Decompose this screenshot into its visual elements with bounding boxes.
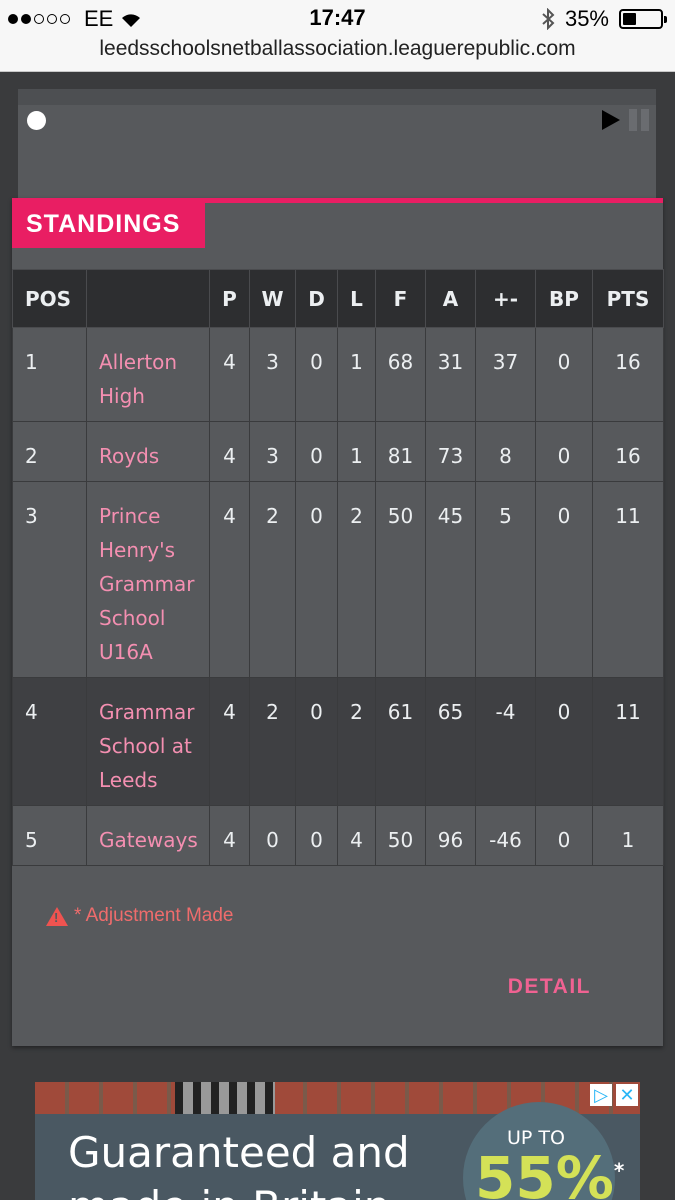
row-l: 1 bbox=[337, 327, 376, 422]
table-row: 3 Prince Henry's Grammar School U16A 4 2… bbox=[12, 481, 664, 678]
row-l: 1 bbox=[337, 421, 376, 482]
row-l: 4 bbox=[337, 805, 376, 866]
row-bp: 0 bbox=[535, 421, 593, 482]
row-a: 31 bbox=[425, 327, 476, 422]
row-diff: -4 bbox=[475, 677, 536, 806]
table-row: 2 Royds 4 3 0 1 81 73 8 0 16 bbox=[12, 421, 664, 482]
row-pts: 11 bbox=[592, 481, 664, 678]
adjustment-note: * Adjustment Made bbox=[46, 905, 233, 927]
row-a: 65 bbox=[425, 677, 476, 806]
row-p: 4 bbox=[209, 421, 250, 482]
warning-icon bbox=[46, 906, 68, 926]
row-pts: 1 bbox=[592, 805, 664, 866]
row-a: 45 bbox=[425, 481, 476, 678]
row-p: 4 bbox=[209, 327, 250, 422]
row-d: 0 bbox=[295, 327, 338, 422]
team-link[interactable]: Prince Henry's Grammar School U16A bbox=[86, 481, 210, 678]
row-l: 2 bbox=[337, 677, 376, 806]
team-link[interactable]: Royds bbox=[86, 421, 210, 482]
row-bp: 0 bbox=[535, 677, 593, 806]
table-header-row: POS P W D L F A +- BP PTS bbox=[12, 269, 664, 328]
close-icon[interactable]: ✕ bbox=[616, 1084, 638, 1106]
row-pts: 16 bbox=[592, 421, 664, 482]
pause-icon[interactable] bbox=[629, 109, 649, 131]
page-content: STANDINGS POS P W D L F A +- BP PTS 1 Al… bbox=[0, 72, 675, 1200]
row-diff: -46 bbox=[475, 805, 536, 866]
row-d: 0 bbox=[295, 481, 338, 678]
standings-card: STANDINGS POS P W D L F A +- BP PTS 1 Al… bbox=[12, 198, 664, 1046]
row-pos: 3 bbox=[12, 481, 87, 678]
col-for[interactable]: F bbox=[375, 269, 426, 328]
row-l: 2 bbox=[337, 481, 376, 678]
standings-title: STANDINGS bbox=[12, 203, 205, 248]
row-diff: 8 bbox=[475, 421, 536, 482]
row-w: 2 bbox=[249, 677, 296, 806]
row-w: 3 bbox=[249, 421, 296, 482]
col-lost[interactable]: L bbox=[337, 269, 376, 328]
ad-headline-2: made in Britain bbox=[68, 1182, 390, 1200]
media-player bbox=[18, 89, 656, 199]
adchoices-icon[interactable]: ▷ bbox=[590, 1084, 612, 1106]
row-bp: 0 bbox=[535, 327, 593, 422]
row-pts: 16 bbox=[592, 327, 664, 422]
row-w: 3 bbox=[249, 327, 296, 422]
ad-headline: Guaranteed and bbox=[68, 1128, 410, 1177]
row-p: 4 bbox=[209, 481, 250, 678]
col-against[interactable]: A bbox=[425, 269, 476, 328]
row-diff: 37 bbox=[475, 327, 536, 422]
col-played[interactable]: P bbox=[209, 269, 250, 328]
row-pos: 4 bbox=[12, 677, 87, 806]
row-pts: 11 bbox=[592, 677, 664, 806]
team-link[interactable]: Gateways bbox=[86, 805, 210, 866]
row-d: 0 bbox=[295, 677, 338, 806]
row-a: 96 bbox=[425, 805, 476, 866]
table-row: 4 Grammar School at Leeds 4 2 0 2 61 65 … bbox=[12, 677, 664, 806]
battery-icon bbox=[619, 9, 667, 29]
play-icon[interactable] bbox=[602, 110, 620, 130]
row-diff: 5 bbox=[475, 481, 536, 678]
col-difference[interactable]: +- bbox=[475, 269, 536, 328]
row-p: 4 bbox=[209, 805, 250, 866]
ad-percent: 55%* bbox=[475, 1144, 625, 1200]
bluetooth-icon bbox=[542, 8, 555, 30]
row-f: 50 bbox=[375, 805, 426, 866]
col-points[interactable]: PTS bbox=[592, 269, 664, 328]
row-p: 4 bbox=[209, 677, 250, 806]
detail-link[interactable]: DETAIL bbox=[508, 975, 591, 999]
standings-table: POS P W D L F A +- BP PTS 1 Allerton Hig… bbox=[12, 269, 664, 866]
row-pos: 2 bbox=[12, 421, 87, 482]
table-row: 1 Allerton High 4 3 0 1 68 31 37 0 16 bbox=[12, 327, 664, 422]
address-bar[interactable]: leedsschoolsnetballassociation.leaguerep… bbox=[0, 36, 675, 72]
row-f: 61 bbox=[375, 677, 426, 806]
row-f: 50 bbox=[375, 481, 426, 678]
row-f: 68 bbox=[375, 327, 426, 422]
status-bar: EE 17:47 35% bbox=[0, 0, 675, 36]
table-row: 5 Gateways 4 0 0 4 50 96 -46 0 1 bbox=[12, 805, 664, 866]
col-bonus-points[interactable]: BP bbox=[535, 269, 593, 328]
row-w: 2 bbox=[249, 481, 296, 678]
col-drawn[interactable]: D bbox=[295, 269, 338, 328]
row-bp: 0 bbox=[535, 481, 593, 678]
row-f: 81 bbox=[375, 421, 426, 482]
row-bp: 0 bbox=[535, 805, 593, 866]
col-won[interactable]: W bbox=[249, 269, 296, 328]
col-pos[interactable]: POS bbox=[12, 269, 87, 328]
col-team bbox=[86, 269, 210, 328]
row-pos: 5 bbox=[12, 805, 87, 866]
battery-percent: 35% bbox=[564, 6, 609, 31]
row-d: 0 bbox=[295, 805, 338, 866]
advertisement-banner[interactable]: Guaranteed and made in Britain UP TO 55%… bbox=[35, 1082, 640, 1200]
adjustment-text: * Adjustment Made bbox=[74, 905, 234, 926]
team-link[interactable]: Grammar School at Leeds bbox=[86, 677, 210, 806]
team-link[interactable]: Allerton High bbox=[86, 327, 210, 422]
slideshow-position-dot-icon[interactable] bbox=[27, 111, 46, 130]
row-pos: 1 bbox=[12, 327, 87, 422]
row-w: 0 bbox=[249, 805, 296, 866]
row-a: 73 bbox=[425, 421, 476, 482]
row-d: 0 bbox=[295, 421, 338, 482]
